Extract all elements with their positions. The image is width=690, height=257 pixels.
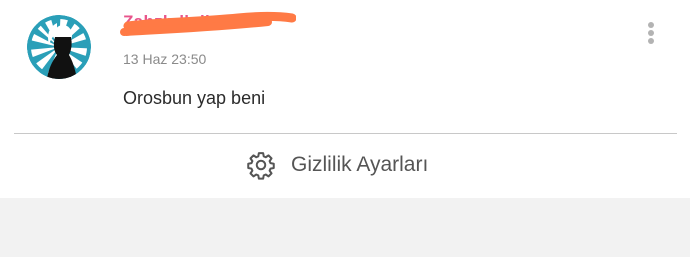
privacy-settings-button[interactable]: Gizlilik Ayarları (246, 148, 428, 182)
username-area[interactable]: Zahzhdlolk## (118, 6, 296, 40)
avatar[interactable] (27, 15, 91, 79)
privacy-settings-label: Gizlilik Ayarları (291, 153, 429, 176)
background-area (0, 198, 690, 257)
timestamp: 13 Haz 23:50 (123, 51, 207, 67)
avatar-image (27, 15, 91, 79)
gear-icon (247, 152, 275, 180)
redaction-scribble (120, 12, 296, 36)
comment-text: Orosbun yap beni (123, 88, 266, 108)
comment-card: Zahzhdlolk## 13 Haz 23:50 Orosbun yap be… (0, 0, 690, 198)
more-vertical-icon[interactable] (640, 20, 662, 46)
divider (14, 133, 677, 134)
